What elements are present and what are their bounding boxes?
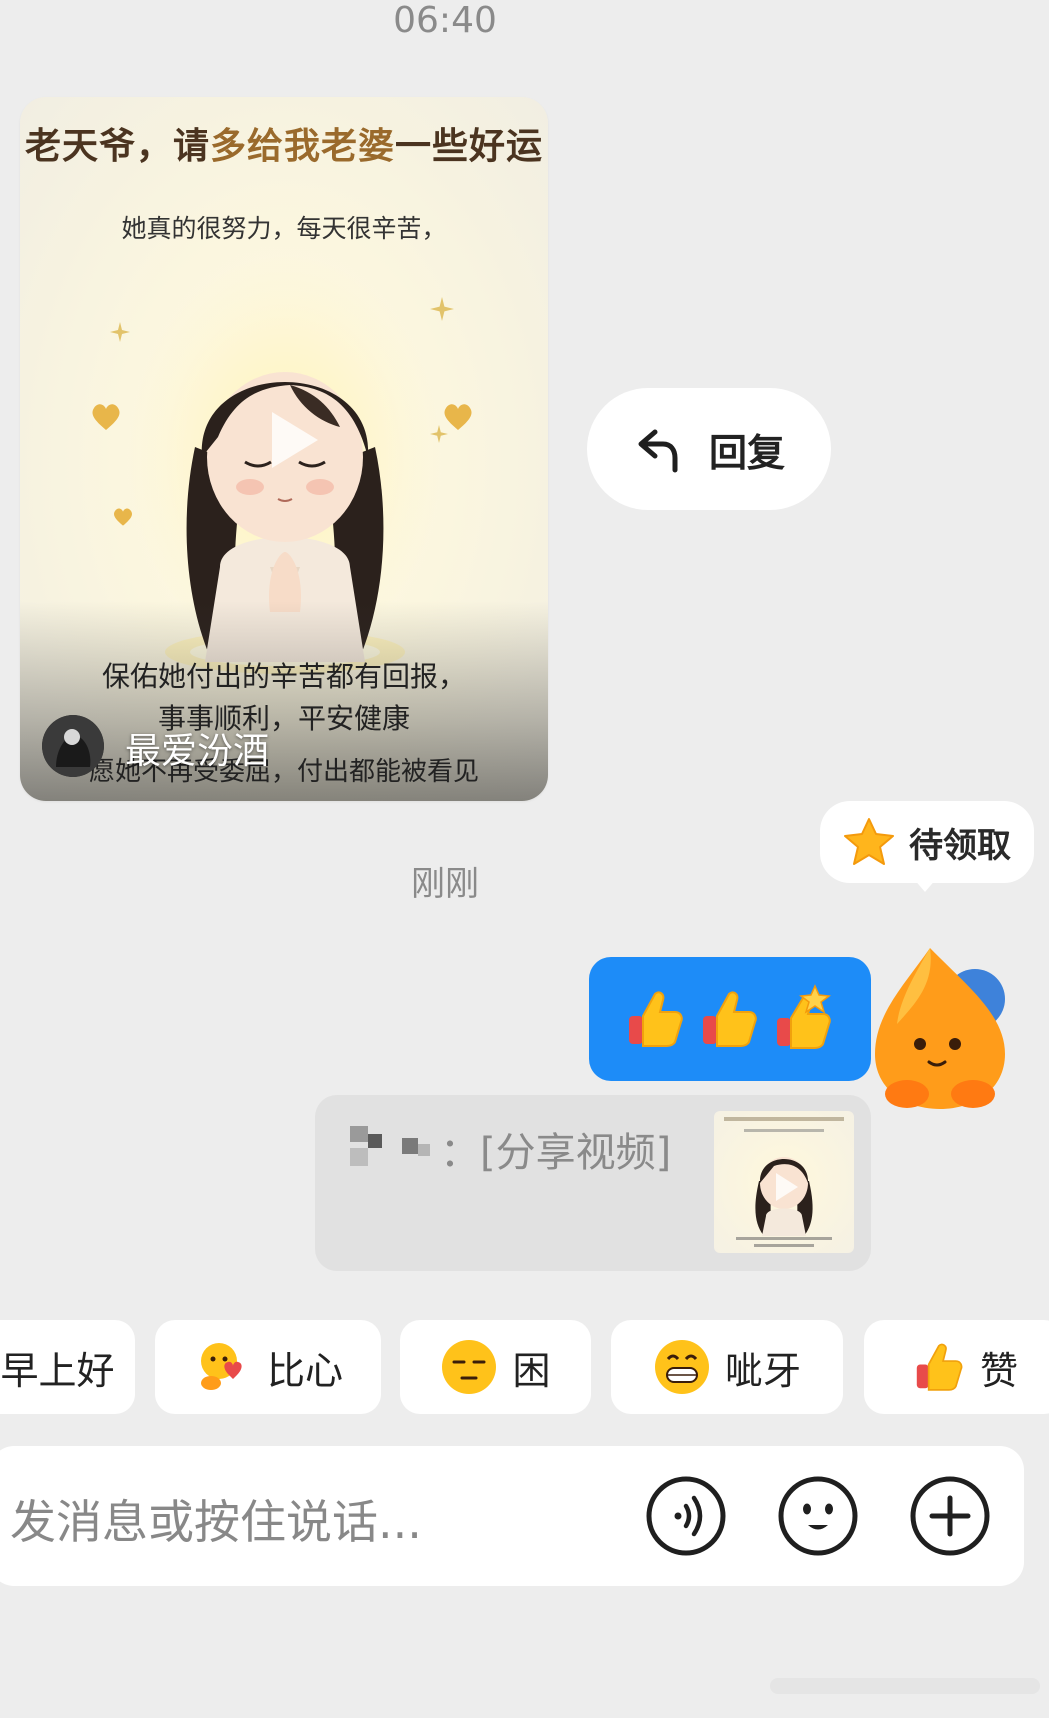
heart-hug-emoji: [200, 1343, 242, 1390]
video-caption-line-1: 保佑她付出的辛苦都有回报，: [101, 660, 466, 693]
sparkle-icon: [430, 297, 454, 321]
quick-reply-like[interactable]: 赞: [864, 1320, 1049, 1414]
heart-icon: [92, 404, 120, 430]
plus-icon[interactable]: [910, 1476, 990, 1556]
pending-label: 待领取: [909, 825, 1011, 866]
quick-reply-label: 呲牙: [724, 1348, 801, 1393]
quick-reply-good-morning[interactable]: 早上好: [0, 1320, 135, 1414]
sparkle-icon: [110, 322, 130, 342]
quoted-video-thumbnail[interactable]: [714, 1111, 854, 1253]
message-input-placeholder[interactable]: 发消息或按住说话...: [10, 1486, 422, 1552]
heart-icon: [444, 404, 472, 430]
thumbs-up-emoji: [629, 991, 683, 1047]
quick-reply-sleepy[interactable]: 困: [400, 1320, 591, 1414]
sent-message-bubble[interactable]: [589, 957, 871, 1081]
quick-reply-label: 赞: [979, 1348, 1018, 1393]
thumbs-up-emoji: [916, 1343, 963, 1391]
reply-arrow-icon: [638, 429, 678, 473]
pending-reward-badge[interactable]: 待领取: [820, 801, 1034, 883]
pending-badge-tail: [913, 878, 937, 892]
quick-reply-label: 比心: [266, 1348, 343, 1393]
reply-label: 回复: [708, 430, 785, 475]
video-title: 老天爷，请多给我老婆一些好运: [24, 126, 544, 167]
shared-video-card[interactable]: 老天爷，请多给我老婆一些好运 她真的很努力，每天很辛苦， 保佑她付出的辛苦都有回…: [20, 97, 548, 801]
message-timestamp: 刚刚: [411, 864, 479, 904]
emoji-icon[interactable]: [778, 1476, 858, 1556]
status-time: 06:40: [393, 0, 497, 41]
reply-button[interactable]: 回复: [587, 388, 831, 510]
star-icon: [844, 818, 894, 865]
grin-emoji: [654, 1340, 709, 1394]
author-avatar[interactable]: [42, 715, 104, 777]
sleepy-emoji: [442, 1340, 497, 1394]
quick-reply-label: 困: [512, 1348, 551, 1393]
quick-reply-label: 早上好: [0, 1348, 115, 1393]
heart-icon: [114, 508, 132, 526]
voice-icon[interactable]: [646, 1476, 726, 1556]
quick-reply-heart[interactable]: 比心: [155, 1320, 381, 1414]
quick-reply-grin[interactable]: 呲牙: [611, 1320, 843, 1414]
home-indicator: [770, 1678, 1040, 1694]
mascot-avatar[interactable]: [855, 944, 1025, 1114]
video-subtitle: 她真的很努力，每天很辛苦，: [121, 214, 447, 243]
thumbs-up-star-emoji: [777, 984, 831, 1049]
author-name[interactable]: 最爱汾酒: [125, 722, 269, 774]
blurred-sender-name: [350, 1126, 430, 1166]
quoted-share-text: ：[分享视频]: [440, 1130, 672, 1176]
play-icon[interactable]: [252, 402, 328, 478]
thumbs-up-emoji: [703, 991, 757, 1047]
